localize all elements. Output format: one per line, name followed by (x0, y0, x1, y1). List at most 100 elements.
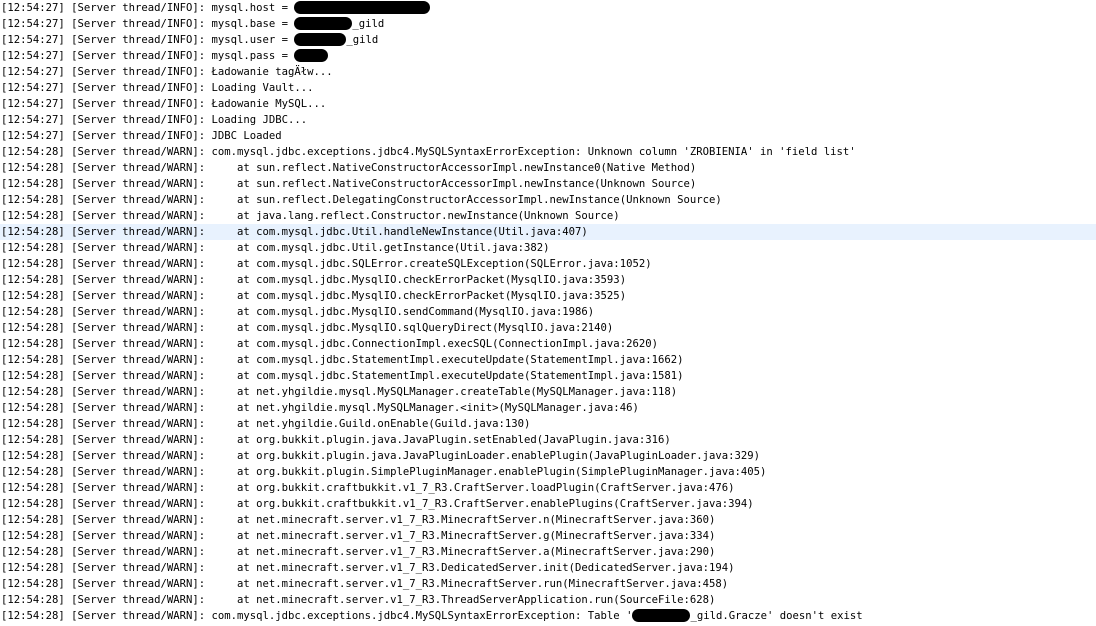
log-message: at com.mysql.jdbc.StatementImpl.executeU… (211, 354, 684, 366)
log-line[interactable]: [12:54:28] [Server thread/WARN]: at org.… (0, 448, 1096, 464)
log-source: [Server thread/WARN]: (71, 162, 206, 174)
log-timestamp: [12:54:28] (1, 578, 65, 590)
log-line[interactable]: [12:54:28] [Server thread/WARN]: at net.… (0, 576, 1096, 592)
log-source: [Server thread/WARN]: (71, 226, 206, 238)
log-line[interactable]: [12:54:28] [Server thread/WARN]: at com.… (0, 352, 1096, 368)
log-message: at com.mysql.jdbc.MysqlIO.sqlQueryDirect… (211, 322, 614, 334)
log-timestamp: [12:54:27] (1, 82, 65, 94)
log-line[interactable]: [12:54:28] [Server thread/WARN]: at net.… (0, 400, 1096, 416)
log-line[interactable]: [12:54:28] [Server thread/WARN]: at org.… (0, 496, 1096, 512)
log-message: at net.yhgildie.mysql.MySQLManager.creat… (211, 386, 678, 398)
log-line[interactable]: [12:54:28] [Server thread/WARN]: at com.… (0, 336, 1096, 352)
log-source: [Server thread/WARN]: (71, 402, 206, 414)
log-source: [Server thread/WARN]: (71, 322, 206, 334)
log-line[interactable]: [12:54:28] [Server thread/WARN]: at com.… (0, 256, 1096, 272)
log-source: [Server thread/WARN]: (71, 434, 206, 446)
log-line[interactable]: [12:54:27] [Server thread/INFO]: Loading… (0, 112, 1096, 128)
log-line[interactable]: [12:54:28] [Server thread/WARN]: at com.… (0, 272, 1096, 288)
log-timestamp: [12:54:28] (1, 242, 65, 254)
log-message: com.mysql.jdbc.exceptions.jdbc4.MySQLSyn… (211, 610, 633, 622)
redacted-block (294, 32, 347, 46)
log-timestamp: [12:54:28] (1, 450, 65, 462)
log-message: at org.bukkit.plugin.SimplePluginManager… (211, 466, 767, 478)
log-line[interactable]: [12:54:28] [Server thread/WARN]: at com.… (0, 320, 1096, 336)
log-message: at org.bukkit.plugin.java.JavaPlugin.set… (211, 434, 671, 446)
log-line[interactable]: [12:54:28] [Server thread/WARN]: at org.… (0, 432, 1096, 448)
log-message: at com.mysql.jdbc.Util.getInstance(Util.… (211, 242, 550, 254)
log-source: [Server thread/INFO]: (71, 18, 206, 30)
log-line[interactable]: [12:54:28] [Server thread/WARN]: at net.… (0, 416, 1096, 432)
log-line[interactable]: [12:54:27] [Server thread/INFO]: mysql.u… (0, 32, 1096, 48)
log-line[interactable]: [12:54:27] [Server thread/INFO]: Ładowan… (0, 64, 1096, 80)
log-timestamp: [12:54:28] (1, 146, 65, 158)
log-source: [Server thread/WARN]: (71, 498, 206, 510)
log-message: mysql.host = (211, 2, 295, 14)
log-line[interactable]: [12:54:27] [Server thread/INFO]: mysql.b… (0, 16, 1096, 32)
log-message: at org.bukkit.craftbukkit.v1_7_R3.CraftS… (211, 498, 754, 510)
log-line[interactable]: [12:54:28] [Server thread/WARN]: at org.… (0, 480, 1096, 496)
log-line[interactable]: [12:54:28] [Server thread/WARN]: at net.… (0, 528, 1096, 544)
log-timestamp: [12:54:28] (1, 466, 65, 478)
log-timestamp: [12:54:28] (1, 418, 65, 430)
log-message: at sun.reflect.NativeConstructorAccessor… (211, 162, 697, 174)
log-line[interactable]: [12:54:28] [Server thread/WARN]: at com.… (0, 368, 1096, 384)
log-timestamp: [12:54:27] (1, 2, 65, 14)
log-line[interactable]: [12:54:28] [Server thread/WARN]: at net.… (0, 592, 1096, 608)
log-message: at com.mysql.jdbc.MysqlIO.checkErrorPack… (211, 290, 627, 302)
redacted-block (632, 608, 691, 622)
log-message: at com.mysql.jdbc.Util.handleNewInstance… (211, 226, 588, 238)
redacted-block (294, 16, 353, 30)
log-line[interactable]: [12:54:28] [Server thread/WARN]: at sun.… (0, 160, 1096, 176)
log-source: [Server thread/WARN]: (71, 178, 206, 190)
log-source: [Server thread/WARN]: (71, 594, 206, 606)
log-source: [Server thread/INFO]: (71, 82, 206, 94)
log-source: [Server thread/WARN]: (71, 578, 206, 590)
log-timestamp: [12:54:28] (1, 482, 65, 494)
log-line[interactable]: [12:54:28] [Server thread/WARN]: at net.… (0, 544, 1096, 560)
log-line[interactable]: [12:54:28] [Server thread/WARN]: at sun.… (0, 192, 1096, 208)
log-timestamp: [12:54:27] (1, 50, 65, 62)
log-line[interactable]: [12:54:28] [Server thread/WARN]: com.mys… (0, 608, 1096, 624)
log-source: [Server thread/INFO]: (71, 2, 206, 14)
log-line[interactable]: [12:54:28] [Server thread/WARN]: at com.… (0, 240, 1096, 256)
log-timestamp: [12:54:27] (1, 66, 65, 78)
log-timestamp: [12:54:28] (1, 290, 65, 302)
log-line[interactable]: [12:54:28] [Server thread/WARN]: at net.… (0, 512, 1096, 528)
log-line[interactable]: [12:54:28] [Server thread/WARN]: at org.… (0, 464, 1096, 480)
log-timestamp: [12:54:27] (1, 98, 65, 110)
log-message: at net.minecraft.server.v1_7_R3.Minecraf… (211, 530, 716, 542)
log-message: mysql.user = (211, 34, 295, 46)
log-line[interactable]: [12:54:28] [Server thread/WARN]: at net.… (0, 560, 1096, 576)
log-line[interactable]: [12:54:27] [Server thread/INFO]: Ładowan… (0, 96, 1096, 112)
log-source: [Server thread/INFO]: (71, 66, 206, 78)
log-message: at net.minecraft.server.v1_7_R3.Minecraf… (211, 546, 716, 558)
log-source: [Server thread/INFO]: (71, 114, 206, 126)
log-timestamp: [12:54:28] (1, 498, 65, 510)
redacted-block (294, 48, 329, 62)
log-source: [Server thread/WARN]: (71, 610, 206, 622)
log-source: [Server thread/WARN]: (71, 146, 206, 158)
log-line[interactable]: [12:54:27] [Server thread/INFO]: Loading… (0, 80, 1096, 96)
log-line[interactable]: [12:54:28] [Server thread/WARN]: at java… (0, 208, 1096, 224)
log-timestamp: [12:54:28] (1, 322, 65, 334)
log-source: [Server thread/WARN]: (71, 338, 206, 350)
log-timestamp: [12:54:28] (1, 594, 65, 606)
log-line[interactable]: [12:54:28] [Server thread/WARN]: at sun.… (0, 176, 1096, 192)
console-log[interactable]: [12:54:27] [Server thread/INFO]: mysql.h… (0, 0, 1096, 626)
log-line[interactable]: [12:54:28] [Server thread/WARN]: at net.… (0, 384, 1096, 400)
log-line[interactable]: [12:54:27] [Server thread/INFO]: JDBC Lo… (0, 128, 1096, 144)
log-source: [Server thread/WARN]: (71, 242, 206, 254)
log-message: at sun.reflect.DelegatingConstructorAcce… (211, 194, 722, 206)
log-message: at com.mysql.jdbc.SQLError.createSQLExce… (211, 258, 652, 270)
log-line[interactable]: [12:54:28] [Server thread/WARN]: at com.… (0, 288, 1096, 304)
log-line[interactable]: [12:54:28] [Server thread/WARN]: com.mys… (0, 144, 1096, 160)
log-line-selected[interactable]: [12:54:28] [Server thread/WARN]: at com.… (0, 224, 1096, 240)
log-message: at net.minecraft.server.v1_7_R3.Dedicate… (211, 562, 735, 574)
log-message-suffix: _gild.Gracze' doesn't exist (690, 610, 863, 622)
log-source: [Server thread/WARN]: (71, 290, 206, 302)
log-line[interactable]: [12:54:28] [Server thread/WARN]: at com.… (0, 304, 1096, 320)
log-line[interactable]: [12:54:27] [Server thread/INFO]: mysql.h… (0, 0, 1096, 16)
log-message: JDBC Loaded (211, 130, 282, 142)
log-message: at sun.reflect.NativeConstructorAccessor… (211, 178, 697, 190)
log-line[interactable]: [12:54:27] [Server thread/INFO]: mysql.p… (0, 48, 1096, 64)
